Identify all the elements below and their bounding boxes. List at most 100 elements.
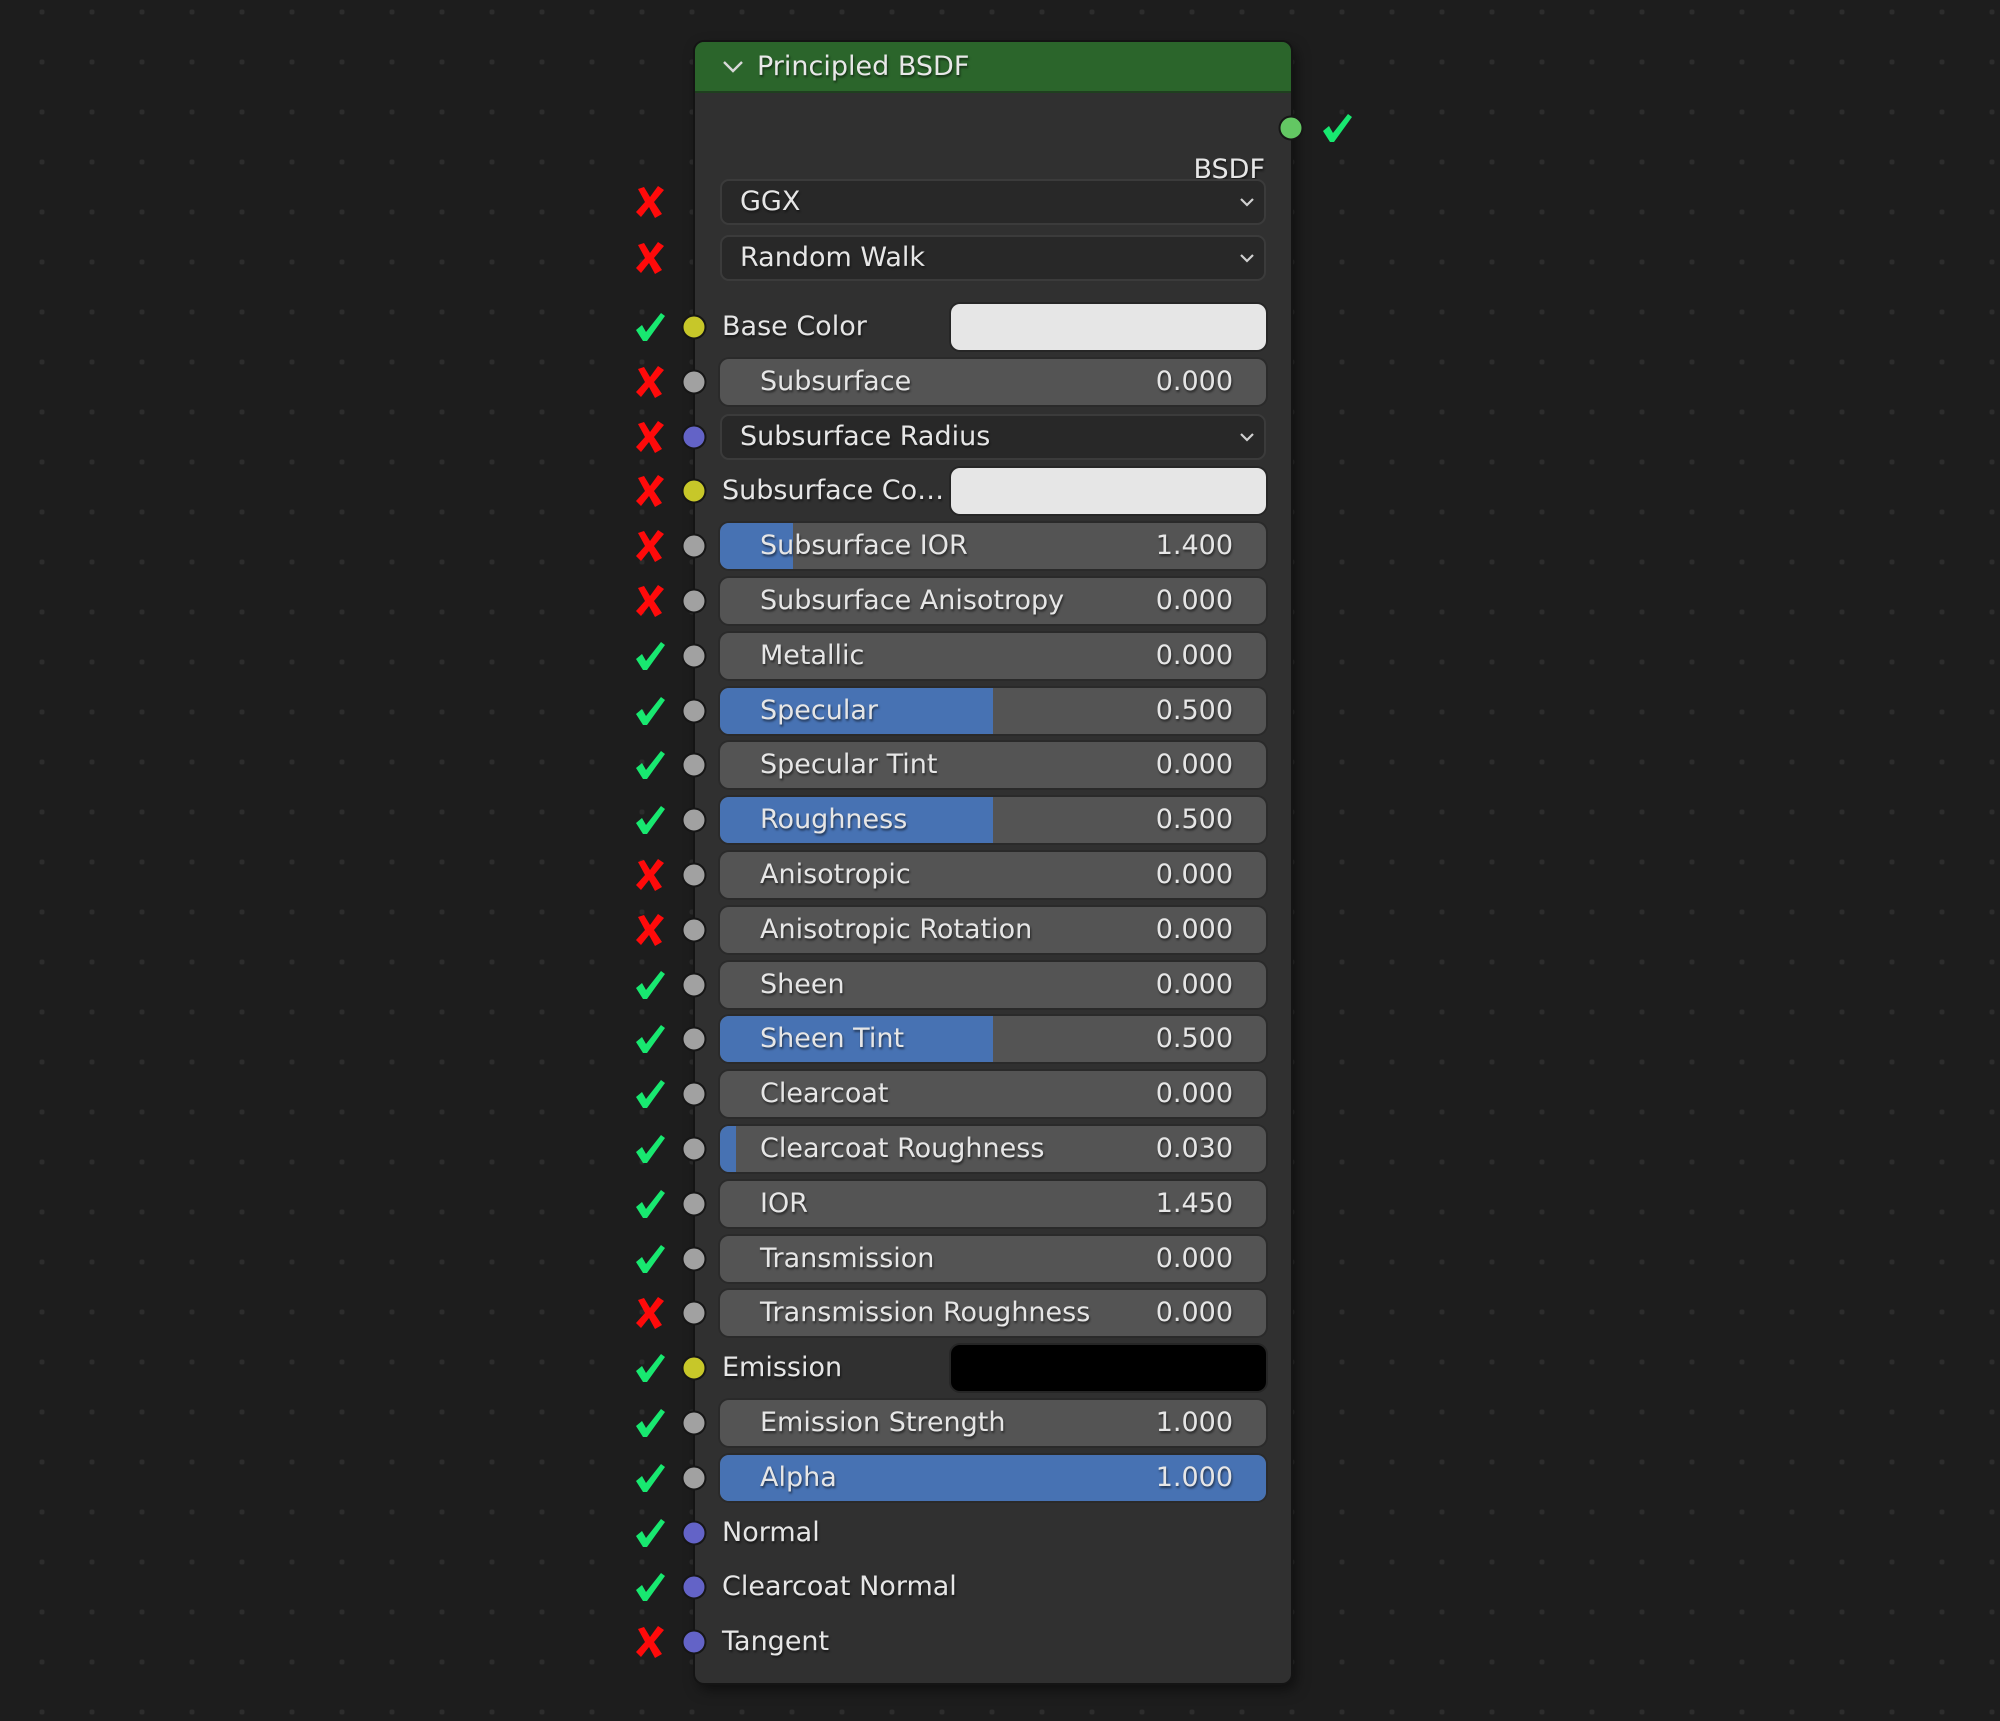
input-socket-specular[interactable] (681, 698, 707, 724)
subsurface-co-color-swatch[interactable] (951, 468, 1266, 515)
slider-label: Roughness (760, 804, 908, 836)
check-icon (636, 970, 665, 999)
roughness-slider[interactable]: Roughness 0.500 (720, 797, 1266, 844)
input-socket-anisotropic[interactable] (681, 862, 707, 888)
check-icon (636, 1080, 665, 1109)
input-socket-transmission-roughness[interactable] (681, 1300, 707, 1326)
slider-label: Clearcoat (760, 1078, 889, 1110)
output-socket-bsdf[interactable] (1278, 115, 1304, 141)
subsurface-slider[interactable]: Subsurface 0.000 (720, 358, 1266, 405)
specular-tint-slider[interactable]: Specular Tint 0.000 (720, 742, 1266, 789)
sheen-tint-slider[interactable]: Sheen Tint 0.500 (720, 1016, 1266, 1063)
clearcoat-slider[interactable]: Clearcoat 0.000 (720, 1071, 1266, 1118)
check-icon (636, 1463, 665, 1492)
input-socket-clearcoat-normal[interactable] (681, 1574, 707, 1600)
socket-label: Tangent (722, 1626, 830, 1658)
input-socket-emission-strength[interactable] (681, 1410, 707, 1436)
ggx-dropdown[interactable]: GGX (720, 179, 1266, 225)
emission-color-swatch[interactable] (951, 1345, 1266, 1392)
metallic-slider[interactable]: Metallic 0.000 (720, 632, 1266, 679)
input-socket-ior[interactable] (681, 1191, 707, 1217)
input-row-subsurface-co: Subsurface Co… (695, 467, 1291, 515)
slider-value: 1.400 (1155, 530, 1233, 562)
transmission-roughness-slider[interactable]: Transmission Roughness 0.000 (720, 1290, 1266, 1337)
input-socket-subsurface-ior[interactable] (681, 533, 707, 559)
input-socket-base-color[interactable] (681, 314, 707, 340)
cross-icon (636, 1626, 664, 1659)
principled-bsdf-node[interactable]: Principled BSDF BSDF GGX Random Walk Base … (695, 42, 1291, 1683)
check-icon (636, 1409, 665, 1437)
input-socket-subsurface-anisotropy[interactable] (681, 588, 707, 614)
anisotropic-slider[interactable]: Anisotropic 0.000 (720, 852, 1266, 898)
input-row-sheen-tint: Sheen Tint 0.500 (695, 1015, 1291, 1063)
cross-icon (636, 475, 664, 508)
slider-label: Transmission (760, 1242, 935, 1274)
socket-label: Subsurface Co… (722, 475, 945, 507)
specular-slider[interactable]: Specular 0.500 (720, 687, 1266, 734)
input-socket-alpha[interactable] (681, 1465, 707, 1491)
cross-icon (636, 859, 664, 891)
node-title: Principled BSDF (757, 51, 970, 82)
subsurface-anisotropy-slider[interactable]: Subsurface Anisotropy 0.000 (720, 578, 1266, 624)
slider-label: Sheen Tint (760, 1023, 905, 1055)
sheen-slider[interactable]: Sheen 0.000 (720, 961, 1266, 1008)
input-socket-emission[interactable] (681, 1355, 707, 1381)
check-icon (636, 1573, 665, 1602)
input-socket-subsurface-radius[interactable] (681, 424, 707, 450)
subsurface-radius-dropdown[interactable]: Subsurface Radius (720, 413, 1266, 460)
slider-label: Sheen (760, 968, 845, 1000)
dropdown-value: GGX (740, 186, 801, 217)
input-row-subsurface-anisotropy: Subsurface Anisotropy 0.000 (695, 577, 1291, 625)
input-row-sheen: Sheen 0.000 (695, 961, 1291, 1009)
subsurface-ior-slider[interactable]: Subsurface IOR 1.400 (720, 523, 1266, 570)
input-row-anisotropic: Anisotropic 0.000 (695, 851, 1291, 899)
chevron-down-icon[interactable] (719, 52, 747, 80)
input-socket-clearcoat[interactable] (681, 1081, 707, 1107)
input-socket-normal[interactable] (681, 1520, 707, 1546)
input-row-subsurface: Subsurface 0.000 (695, 358, 1291, 406)
input-socket-metallic[interactable] (681, 643, 707, 669)
chevron-down-icon (1240, 432, 1254, 442)
check-icon (636, 641, 665, 670)
input-socket-clearcoat-roughness[interactable] (681, 1136, 707, 1162)
input-socket-subsurface[interactable] (681, 369, 707, 395)
input-socket-tangent[interactable] (681, 1629, 707, 1655)
slider-value: 0.000 (1155, 585, 1233, 616)
socket-label: Clearcoat Normal (722, 1571, 957, 1603)
input-row-emission: Emission (695, 1344, 1291, 1392)
input-socket-sheen-tint[interactable] (681, 1026, 707, 1052)
slider-value: 0.030 (1155, 1133, 1233, 1164)
slider-value: 0.000 (1155, 859, 1233, 890)
socket-label: Base Color (722, 311, 867, 342)
emission-strength-slider[interactable]: Emission Strength 1.000 (720, 1400, 1266, 1446)
check-icon (636, 806, 665, 835)
alpha-slider[interactable]: Alpha 1.000 (720, 1454, 1266, 1501)
slider-value: 0.500 (1155, 1023, 1233, 1055)
clearcoat-roughness-slider[interactable]: Clearcoat Roughness 0.030 (720, 1126, 1266, 1172)
input-row-ior: IOR 1.450 (695, 1180, 1291, 1228)
check-icon (636, 1354, 665, 1383)
input-socket-sheen[interactable] (681, 972, 707, 998)
slider-fill (720, 1126, 737, 1172)
cross-icon (636, 420, 664, 453)
random-walk-dropdown[interactable]: Random Walk (720, 235, 1266, 281)
base-color-color-swatch[interactable] (951, 304, 1266, 350)
slider-label: Subsurface Anisotropy (760, 585, 1065, 616)
check-icon (636, 751, 665, 780)
check-icon (636, 1518, 665, 1547)
slider-value: 0.000 (1155, 749, 1233, 781)
input-socket-anisotropic-rotation[interactable] (681, 917, 707, 943)
anisotropic-rotation-slider[interactable]: Anisotropic Rotation 0.000 (720, 906, 1266, 953)
input-socket-specular-tint[interactable] (681, 752, 707, 778)
ior-slider[interactable]: IOR 1.450 (720, 1180, 1266, 1227)
slider-value: 1.000 (1155, 1407, 1233, 1438)
input-row-clearcoat: Clearcoat 0.000 (695, 1070, 1291, 1118)
transmission-slider[interactable]: Transmission 0.000 (720, 1235, 1266, 1282)
input-row-clearcoat-roughness: Clearcoat Roughness 0.030 (695, 1125, 1291, 1173)
input-socket-transmission[interactable] (681, 1246, 707, 1272)
input-socket-subsurface-co[interactable] (681, 478, 707, 504)
input-socket-roughness[interactable] (681, 807, 707, 833)
cross-icon (636, 242, 664, 274)
node-header[interactable]: Principled BSDF (695, 42, 1291, 93)
check-icon (636, 1025, 665, 1054)
